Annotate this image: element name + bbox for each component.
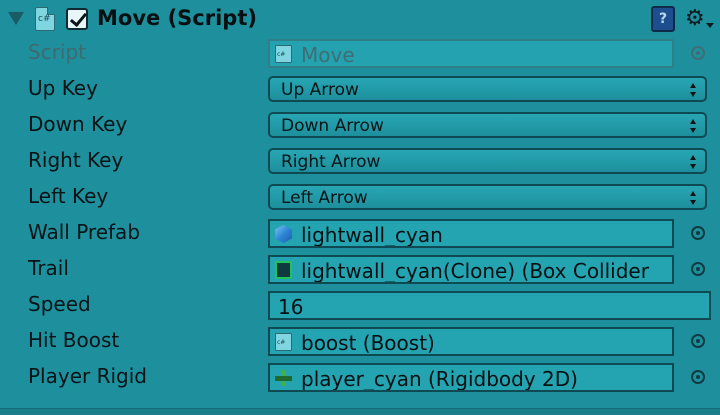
field-row-speed: Speed 16 — [0, 288, 720, 324]
down-key-dropdown[interactable]: Down Arrow — [268, 112, 707, 138]
field-row-trail: Trail lightwall_cyan(Clone) (Box Collide… — [0, 252, 720, 288]
component-title: Move (Script) — [97, 6, 257, 30]
prefab-cube-icon — [275, 225, 292, 243]
left-key-dropdown[interactable]: Left Arrow — [268, 184, 707, 210]
field-value: player_cyan (Rigidbody 2D) — [301, 367, 578, 391]
speed-number-field[interactable]: 16 — [268, 291, 711, 320]
trail-object-field[interactable]: lightwall_cyan(Clone) (Box Collider — [268, 255, 674, 284]
field-row-down-key: Down Key Down Arrow — [0, 108, 720, 144]
field-row-hit-boost: Hit Boost c# boost (Boost) — [0, 324, 720, 360]
box-collider-icon — [275, 261, 292, 279]
up-key-dropdown[interactable]: Up Arrow — [268, 76, 707, 102]
field-label: Trail — [28, 256, 69, 280]
object-picker-icon[interactable] — [691, 334, 705, 348]
enable-checkbox[interactable] — [66, 8, 88, 30]
updown-arrows-icon — [690, 119, 696, 133]
field-label: Script — [28, 40, 87, 64]
dropdown-value: Down Arrow — [281, 116, 384, 136]
field-label: Down Key — [28, 112, 128, 136]
updown-arrows-icon — [690, 155, 696, 169]
dropdown-value: Right Arrow — [281, 152, 381, 172]
field-label: Right Key — [28, 148, 124, 172]
field-label: Wall Prefab — [28, 220, 141, 244]
field-value: boost (Boost) — [301, 331, 435, 355]
foldout-arrow-icon[interactable] — [8, 12, 24, 25]
field-label: Speed — [28, 292, 91, 316]
hit-boost-object-field[interactable]: c# boost (Boost) — [268, 327, 674, 356]
field-label: Hit Boost — [28, 328, 120, 352]
component-header: c# Move (Script) ? ⚙ — [0, 0, 720, 38]
gear-icon[interactable]: ⚙ — [685, 6, 714, 32]
right-key-dropdown[interactable]: Right Arrow — [268, 148, 707, 174]
script-icon: c# — [275, 333, 292, 351]
field-row-right-key: Right Key Right Arrow — [0, 144, 720, 180]
script-icon: c# — [275, 45, 292, 63]
field-row-player-rigid: Player Rigid player_cyan (Rigidbody 2D) — [0, 360, 720, 396]
wall-prefab-object-field[interactable]: lightwall_cyan — [268, 219, 674, 248]
object-picker-icon — [691, 46, 705, 60]
csharp-script-icon: c# — [35, 7, 55, 31]
help-book-icon[interactable]: ? — [651, 6, 675, 32]
field-label: Up Key — [28, 76, 98, 100]
field-value: Move — [301, 43, 355, 67]
dropdown-value: Left Arrow — [281, 188, 368, 208]
object-picker-icon[interactable] — [691, 262, 705, 276]
field-row-script: Script c# Move — [0, 36, 720, 72]
object-picker-icon[interactable] — [691, 226, 705, 240]
rigidbody2d-icon — [275, 369, 292, 387]
field-row-left-key: Left Key Left Arrow — [0, 180, 720, 216]
updown-arrows-icon — [690, 83, 696, 97]
field-value: lightwall_cyan(Clone) (Box Collider — [301, 259, 649, 283]
script-object-field: c# Move — [268, 39, 674, 68]
field-value: lightwall_cyan — [301, 223, 443, 247]
updown-arrows-icon — [690, 191, 696, 205]
field-label: Player Rigid — [28, 364, 147, 388]
field-label: Left Key — [28, 184, 109, 208]
field-value: 16 — [278, 295, 304, 319]
field-row-up-key: Up Key Up Arrow — [0, 72, 720, 108]
field-row-wall-prefab: Wall Prefab lightwall_cyan — [0, 216, 720, 252]
dropdown-value: Up Arrow — [281, 80, 359, 100]
player-rigid-object-field[interactable]: player_cyan (Rigidbody 2D) — [268, 363, 674, 392]
object-picker-icon[interactable] — [691, 370, 705, 384]
